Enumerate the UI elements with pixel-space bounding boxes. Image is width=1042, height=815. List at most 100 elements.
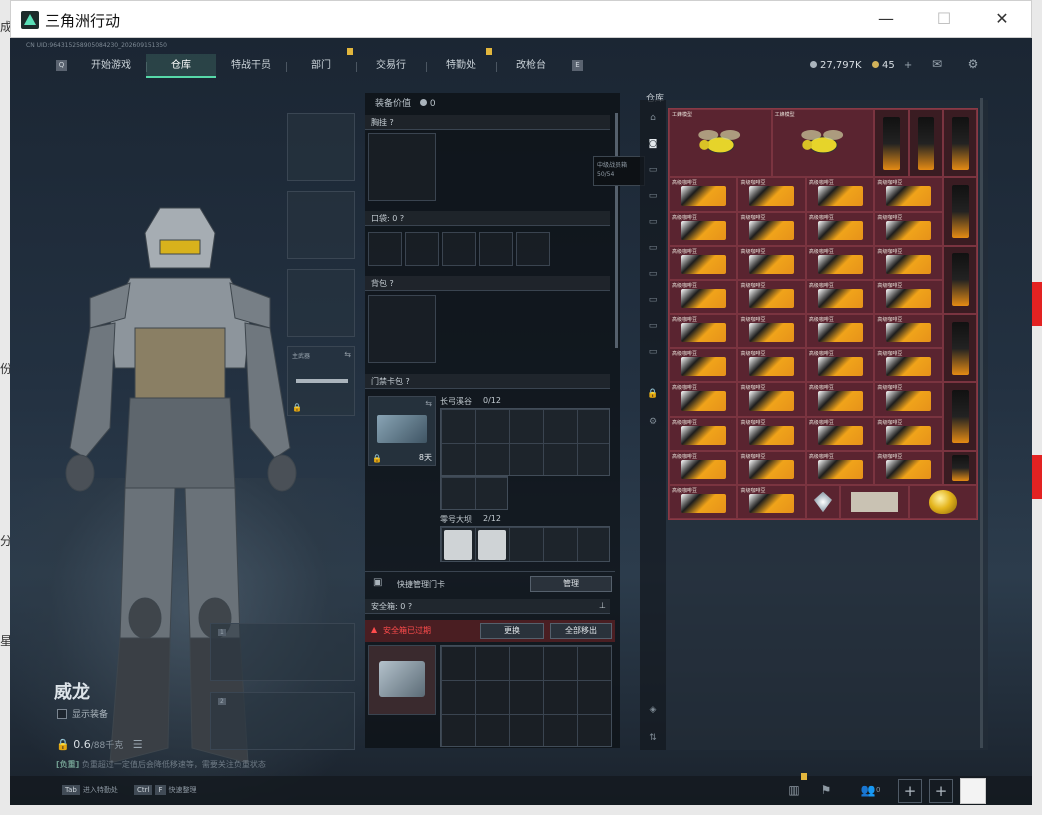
pin-icon[interactable]: ⊥ (599, 601, 606, 610)
sidearm-slot[interactable] (287, 269, 355, 337)
storage-tab-icon[interactable]: ▭ (643, 160, 663, 180)
storage-item-coffee[interactable]: 高级咖啡豆 (669, 245, 738, 280)
storage-item-bee[interactable]: 工蜂模型 (669, 109, 772, 178)
storage-tab-icon[interactable]: ▭ (643, 342, 663, 362)
storage-item-coffee[interactable]: 高级咖啡豆 (805, 245, 875, 280)
pocket-cell[interactable] (442, 232, 476, 266)
safebox-grid[interactable] (440, 645, 612, 747)
storage-item-paper[interactable] (840, 484, 909, 519)
lock-icon[interactable]: 🔒 (643, 384, 663, 404)
storage-item-coffee[interactable]: 高级咖啡豆 (737, 177, 806, 212)
storage-item-coffee[interactable]: 高级咖啡豆 (805, 314, 875, 349)
storage-item-coffee[interactable]: 高级咖啡豆 (669, 416, 738, 451)
swap-icon[interactable]: ⇆ (344, 350, 351, 359)
storage-scrollbar[interactable] (980, 98, 983, 748)
pocket-cell[interactable] (479, 232, 513, 266)
storage-tab-all-icon[interactable]: ⌂ (643, 108, 663, 128)
window-titlebar[interactable]: 三角洲行动 — ☐ ✕ (10, 0, 1032, 38)
storage-item-bag[interactable] (942, 245, 977, 314)
mail-icon[interactable]: ✉ (930, 57, 944, 71)
storage-item-coffee[interactable]: 高级咖啡豆 (737, 416, 806, 451)
pocket-cell[interactable] (405, 232, 439, 266)
tab-department[interactable]: 部门 (286, 54, 356, 78)
storage-tab-icon[interactable]: ▭ (643, 264, 663, 284)
storage-item-coffee[interactable]: 高级咖啡豆 (737, 245, 806, 280)
storage-tab-icon[interactable]: ▭ (643, 316, 663, 336)
add-friend-button[interactable]: + (929, 779, 953, 803)
storage-item-bag[interactable] (942, 314, 977, 383)
nav-next-key[interactable]: E (572, 60, 583, 71)
sort-icon[interactable]: ⇅ (643, 728, 663, 748)
storage-item-coffee[interactable]: 高级咖啡豆 (737, 450, 806, 485)
storage-item-coffee[interactable]: 高级咖啡豆 (805, 382, 875, 417)
storage-item-egg[interactable] (908, 484, 977, 519)
tab-warehouse[interactable]: 仓库 (146, 54, 216, 78)
primary-weapon-slot[interactable]: 主武器 ⇆ 🔒 (287, 346, 355, 416)
storage-item-coffee[interactable]: 高级咖啡豆 (805, 177, 875, 212)
chart-icon[interactable]: ▥ (784, 780, 804, 800)
keycard-case-slot[interactable]: ⇆ 🔒 8天 (368, 396, 436, 466)
move-all-button[interactable]: 全部移出 (550, 623, 612, 639)
storage-item-coffee[interactable]: 高级咖啡豆 (737, 382, 806, 417)
equipment-scrollbar[interactable] (615, 113, 618, 348)
storage-item-bag[interactable] (874, 109, 909, 178)
storage-item-bag[interactable] (908, 109, 943, 178)
avatar[interactable] (960, 778, 986, 804)
hotkey-quick-sort[interactable]: Ctrl F 快速整理 (134, 785, 197, 795)
storage-item-coffee[interactable]: 高级咖啡豆 (669, 484, 738, 519)
storage-item-bee[interactable]: 工蜂模型 (771, 109, 875, 178)
close-button[interactable]: ✕ (980, 1, 1024, 37)
friends-icon[interactable]: 👥 (858, 780, 878, 800)
chest-rig-slot[interactable] (368, 133, 436, 201)
storage-tab-icon[interactable]: ▭ (643, 212, 663, 232)
hotkey-special-ops[interactable]: Tab 进入特勤处 (62, 785, 118, 795)
storage-item-coffee[interactable]: 高级咖啡豆 (669, 211, 738, 246)
storage-item-bag[interactable] (942, 382, 977, 451)
storage-item-coffee[interactable]: 高级咖啡豆 (874, 416, 943, 451)
tab-trading[interactable]: 交易行 (356, 54, 426, 78)
list-icon[interactable]: ☰ (133, 738, 143, 751)
storage-item-coffee[interactable]: 高级咖啡豆 (874, 382, 943, 417)
storage-item-coffee[interactable]: 高级咖啡豆 (874, 279, 943, 314)
storage-item-coffee[interactable]: 高级咖啡豆 (737, 211, 806, 246)
gear-icon[interactable]: ⚙ (643, 412, 663, 432)
safebox-slot[interactable] (368, 645, 436, 715)
storage-item-coffee[interactable]: 高级咖啡豆 (669, 348, 738, 383)
storage-item-coffee[interactable]: 高级咖啡豆 (805, 279, 875, 314)
manage-button[interactable]: 管理 (530, 576, 612, 592)
storage-item-coffee[interactable]: 高级咖啡豆 (874, 177, 943, 212)
storage-item-coffee[interactable]: 高级咖啡豆 (874, 211, 943, 246)
storage-item-coffee[interactable]: 高级咖啡豆 (669, 279, 738, 314)
replace-button[interactable]: 更换 (480, 623, 544, 639)
storage-tab-camera-icon[interactable]: ◙ (643, 134, 663, 154)
swap-icon[interactable]: ⇆ (425, 399, 432, 408)
storage-item-coffee[interactable]: 高级咖啡豆 (669, 177, 738, 212)
pocket-cell[interactable] (516, 232, 550, 266)
minimize-button[interactable]: — (864, 1, 908, 37)
help-icon[interactable]: ? (390, 279, 394, 288)
help-icon[interactable]: ? (406, 377, 410, 386)
storage-item-coffee[interactable]: 高级咖啡豆 (874, 348, 943, 383)
storage-item-coffee[interactable]: 高级咖啡豆 (669, 314, 738, 349)
storage-item-coffee[interactable]: 高级咖啡豆 (805, 450, 875, 485)
show-equipment-checkbox[interactable] (57, 709, 67, 719)
storage-item-coffee[interactable]: 高级咖啡豆 (805, 416, 875, 451)
storage-tab-icon[interactable]: ▭ (643, 290, 663, 310)
storage-item-coffee[interactable]: 高级咖啡豆 (874, 314, 943, 349)
armor-slot[interactable] (287, 191, 355, 259)
storage-tab-icon[interactable]: ▭ (643, 186, 663, 206)
storage-item-coffee[interactable]: 高级咖啡豆 (874, 450, 943, 485)
tab-start-game[interactable]: 开始游戏 (76, 54, 146, 78)
tab-gunsmith[interactable]: 改枪台 (496, 54, 566, 78)
zone2-keycard-grid[interactable] (440, 526, 610, 562)
storage-item-coffee[interactable]: 高级咖啡豆 (737, 484, 806, 519)
weapon-slot-1[interactable]: 1 (210, 623, 355, 681)
storage-tab-icon[interactable]: ▭ (643, 238, 663, 258)
storage-item-coffee[interactable]: 高级咖啡豆 (737, 279, 806, 314)
storage-item-coffee[interactable]: 高级咖啡豆 (805, 348, 875, 383)
gear-icon[interactable]: ⚙ (966, 57, 980, 71)
storage-item-coffee[interactable]: 高级咖啡豆 (737, 314, 806, 349)
help-icon[interactable]: ? (400, 214, 404, 223)
storage-item-bag[interactable] (942, 109, 977, 178)
help-icon[interactable]: ? (390, 118, 394, 127)
